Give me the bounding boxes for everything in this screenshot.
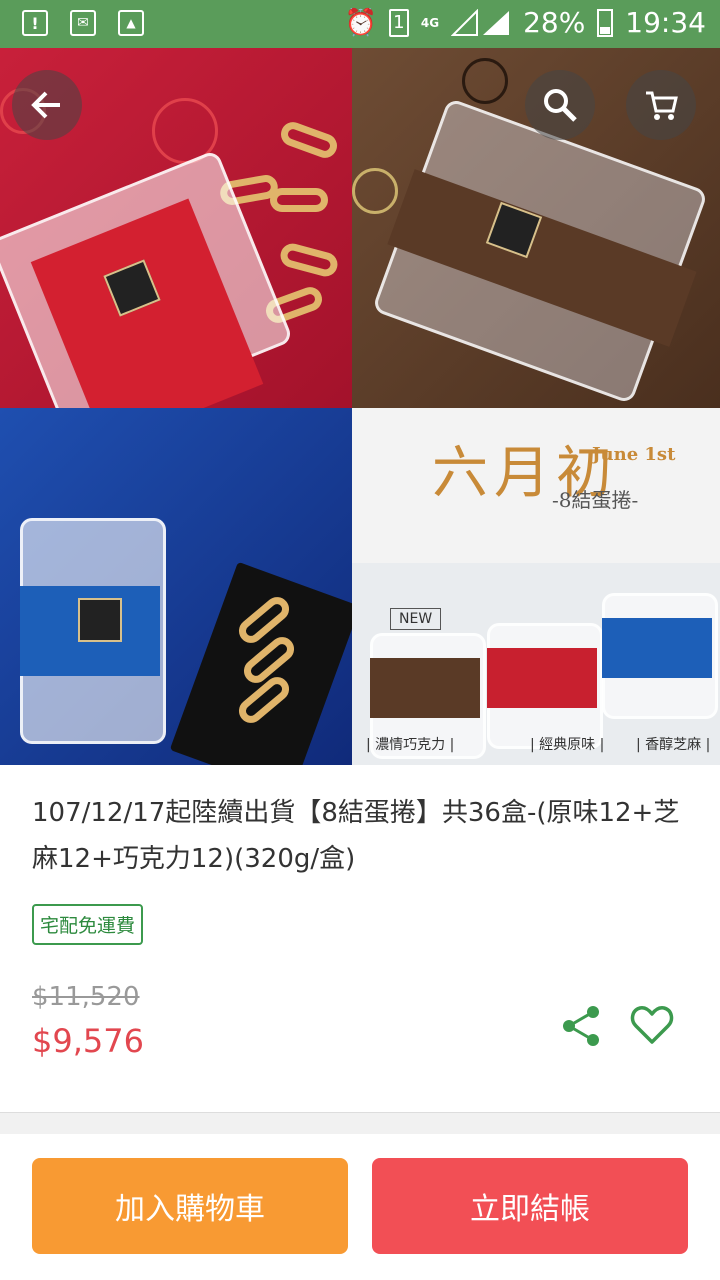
brand-logo: 六月初 June 1st -8結蛋捲- — [432, 428, 675, 512]
flavor-chocolate: | 濃情巧克力 | — [366, 737, 455, 753]
arrow-left-icon — [31, 91, 60, 119]
back-button[interactable] — [12, 70, 82, 140]
product-image[interactable]: 六月初 June 1st -8結蛋捲- NEW | 濃情巧克力 | | 經典原味… — [0, 48, 720, 765]
alarm-icon: ⏰ — [344, 7, 377, 38]
search-button[interactable] — [525, 70, 595, 140]
section-divider — [0, 1112, 720, 1135]
product-subtitle: -8結蛋捲- — [552, 488, 639, 512]
brand-english: June 1st — [592, 444, 676, 465]
original-price: $11,520 — [32, 982, 140, 1012]
flavor-caption: | 濃情巧克力 | | 經典原味 | | 香醇芝麻 | — [352, 734, 720, 764]
flavor-sesame: | 香醇芝麻 | — [636, 737, 711, 753]
sim-icon: 1 — [388, 8, 409, 37]
blue-box-photo — [0, 408, 352, 765]
product-title: 107/12/17起陸續出貨【8結蛋捲】共36盒-(原味12+芝麻12+巧克力1… — [32, 798, 680, 874]
battery-percent: 28% — [523, 6, 586, 39]
search-icon — [544, 89, 577, 122]
clock: 19:34 — [625, 6, 706, 39]
signal-icon — [451, 8, 510, 36]
network-type: 4G — [420, 15, 440, 30]
sale-price: $9,576 — [32, 1022, 144, 1060]
alert-icon: ! — [22, 10, 48, 36]
free-shipping-badge: 宅配免運費 — [32, 904, 144, 945]
checkout-button[interactable]: 立即結帳 — [372, 1158, 688, 1254]
heart-icon[interactable] — [630, 1004, 674, 1046]
status-bar: ! ✉ ▲ ⏰ 1 4G 28% 19:34 — [0, 0, 720, 48]
flavor-original: | 經典原味 | — [530, 737, 605, 753]
brand-panel: 六月初 June 1st -8結蛋捲- NEW — [352, 408, 720, 765]
cart-icon — [646, 91, 678, 120]
share-icon[interactable] — [560, 1004, 602, 1048]
mail-icon: ✉ — [70, 10, 96, 36]
add-to-cart-button[interactable]: 加入購物車 — [32, 1158, 348, 1254]
new-tag: NEW — [390, 608, 442, 630]
image-icon: ▲ — [118, 10, 144, 36]
battery-icon — [597, 8, 614, 37]
cart-button[interactable] — [626, 70, 696, 140]
